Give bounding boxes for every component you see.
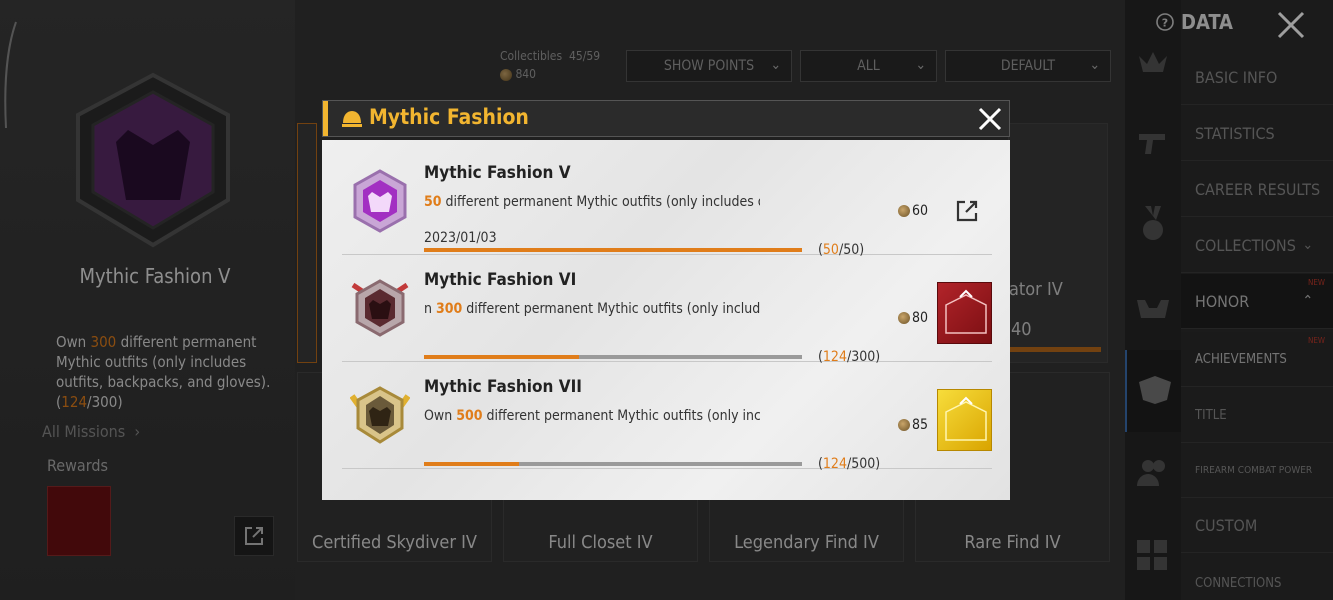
helmet-icon <box>342 111 362 127</box>
tier-title: Mythic Fashion V <box>424 163 571 183</box>
modal-close-icon[interactable] <box>973 102 1007 136</box>
reward-item-icon[interactable] <box>937 389 992 451</box>
mythic-badge-purple-icon <box>353 169 407 233</box>
tier-points: 60 <box>898 203 928 219</box>
achievement-tier-row: Mythic Fashion V 50 different permanent … <box>342 148 992 258</box>
tier-description: Own 500 different permanent Mythic outfi… <box>424 408 760 424</box>
modal-body: Mythic Fashion V 50 different permanent … <box>322 140 1010 500</box>
share-icon[interactable] <box>954 198 980 224</box>
tier-points: 80 <box>898 310 928 326</box>
coin-icon <box>898 419 910 431</box>
tier-title: Mythic Fashion VII <box>424 377 582 397</box>
progress-fill <box>424 248 802 252</box>
reward-item-icon[interactable] <box>937 282 992 344</box>
tier-points: 85 <box>898 417 928 433</box>
achievement-tier-row: Mythic Fashion VII Own 500 different per… <box>342 362 992 472</box>
progress-fill <box>424 462 519 466</box>
mythic-badge-gold-icon <box>350 386 410 444</box>
tier-description: n 300 different permanent Mythic outfits… <box>424 301 760 317</box>
mythic-badge-red-icon <box>351 279 409 337</box>
tier-title: Mythic Fashion VI <box>424 270 577 290</box>
coin-icon <box>898 205 910 217</box>
completion-date: 2023/01/03 <box>424 230 497 246</box>
progress-count: (124/500) <box>818 456 881 472</box>
tier-progress-bar <box>424 462 802 466</box>
modal-title: Mythic Fashion <box>369 105 529 129</box>
modal-header: Mythic Fashion <box>322 100 1010 137</box>
tier-description: 50 different permanent Mythic outfits (o… <box>424 194 760 210</box>
progress-fill <box>424 355 579 359</box>
tier-progress-bar <box>424 248 802 252</box>
crate-icon <box>945 289 987 334</box>
crate-icon <box>945 396 987 441</box>
coin-icon <box>898 312 910 324</box>
tier-progress-bar <box>424 355 802 359</box>
achievement-tier-row: Mythic Fashion VI n 300 different perman… <box>342 255 992 365</box>
